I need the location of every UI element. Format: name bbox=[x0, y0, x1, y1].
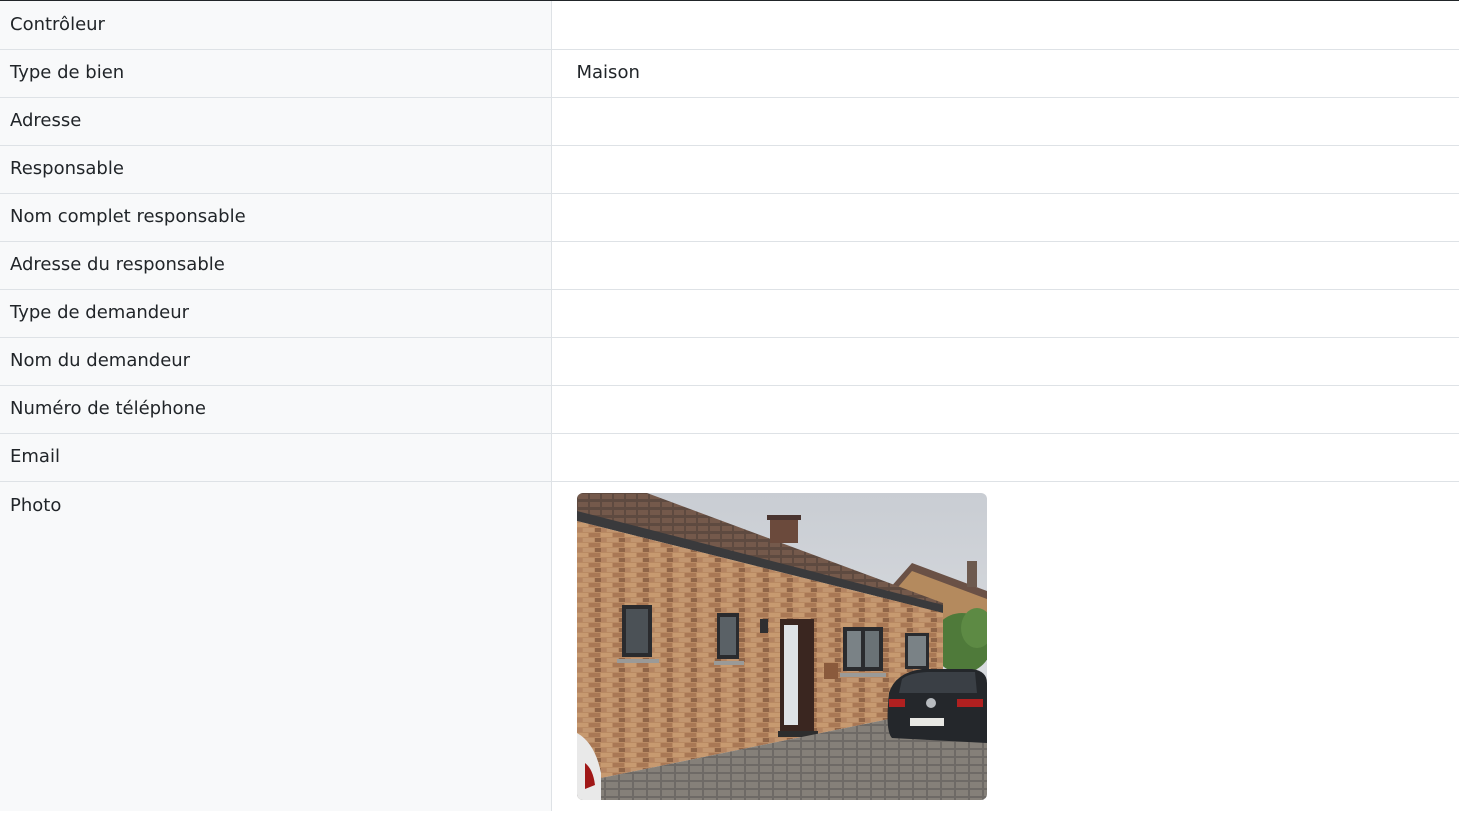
row-email: Email bbox=[0, 433, 1459, 482]
property-details-sheet: Contrôleur Type de bien Maison Adresse R… bbox=[0, 0, 1459, 818]
label-adresse-du-responsable: Adresse du responsable bbox=[0, 241, 552, 290]
row-adresse: Adresse bbox=[0, 97, 1459, 146]
label-type-de-demandeur: Type de demandeur bbox=[0, 289, 552, 338]
row-nom-complet-responsable: Nom complet responsable bbox=[0, 193, 1459, 242]
value-type-de-bien: Maison bbox=[551, 49, 1459, 98]
label-numero-de-telephone: Numéro de téléphone bbox=[0, 385, 552, 434]
value-adresse-du-responsable bbox=[551, 241, 1459, 290]
property-photo[interactable] bbox=[576, 492, 987, 800]
row-type-de-bien: Type de bien Maison bbox=[0, 49, 1459, 98]
value-nom-complet-responsable bbox=[551, 193, 1459, 242]
label-responsable: Responsable bbox=[0, 145, 552, 194]
row-adresse-du-responsable: Adresse du responsable bbox=[0, 241, 1459, 290]
label-nom-du-demandeur: Nom du demandeur bbox=[0, 337, 552, 386]
label-type-de-bien: Type de bien bbox=[0, 49, 552, 98]
row-numero-de-telephone: Numéro de téléphone bbox=[0, 385, 1459, 434]
row-photo: Photo bbox=[0, 481, 1459, 811]
brick-house-photo bbox=[576, 492, 987, 800]
label-email: Email bbox=[0, 433, 552, 482]
label-nom-complet-responsable: Nom complet responsable bbox=[0, 193, 552, 242]
label-adresse: Adresse bbox=[0, 97, 552, 146]
label-photo: Photo bbox=[0, 481, 552, 811]
label-controleur: Contrôleur bbox=[0, 1, 552, 50]
value-controleur bbox=[551, 1, 1459, 50]
value-type-de-demandeur bbox=[551, 289, 1459, 338]
value-photo bbox=[551, 481, 1459, 811]
row-responsable: Responsable bbox=[0, 145, 1459, 194]
value-numero-de-telephone bbox=[551, 385, 1459, 434]
row-nom-du-demandeur: Nom du demandeur bbox=[0, 337, 1459, 386]
row-type-de-demandeur: Type de demandeur bbox=[0, 289, 1459, 338]
value-responsable bbox=[551, 145, 1459, 194]
row-controleur: Contrôleur bbox=[0, 1, 1459, 50]
value-nom-du-demandeur bbox=[551, 337, 1459, 386]
value-adresse bbox=[551, 97, 1459, 146]
property-details-table: Contrôleur Type de bien Maison Adresse R… bbox=[0, 1, 1459, 811]
value-email bbox=[551, 433, 1459, 482]
